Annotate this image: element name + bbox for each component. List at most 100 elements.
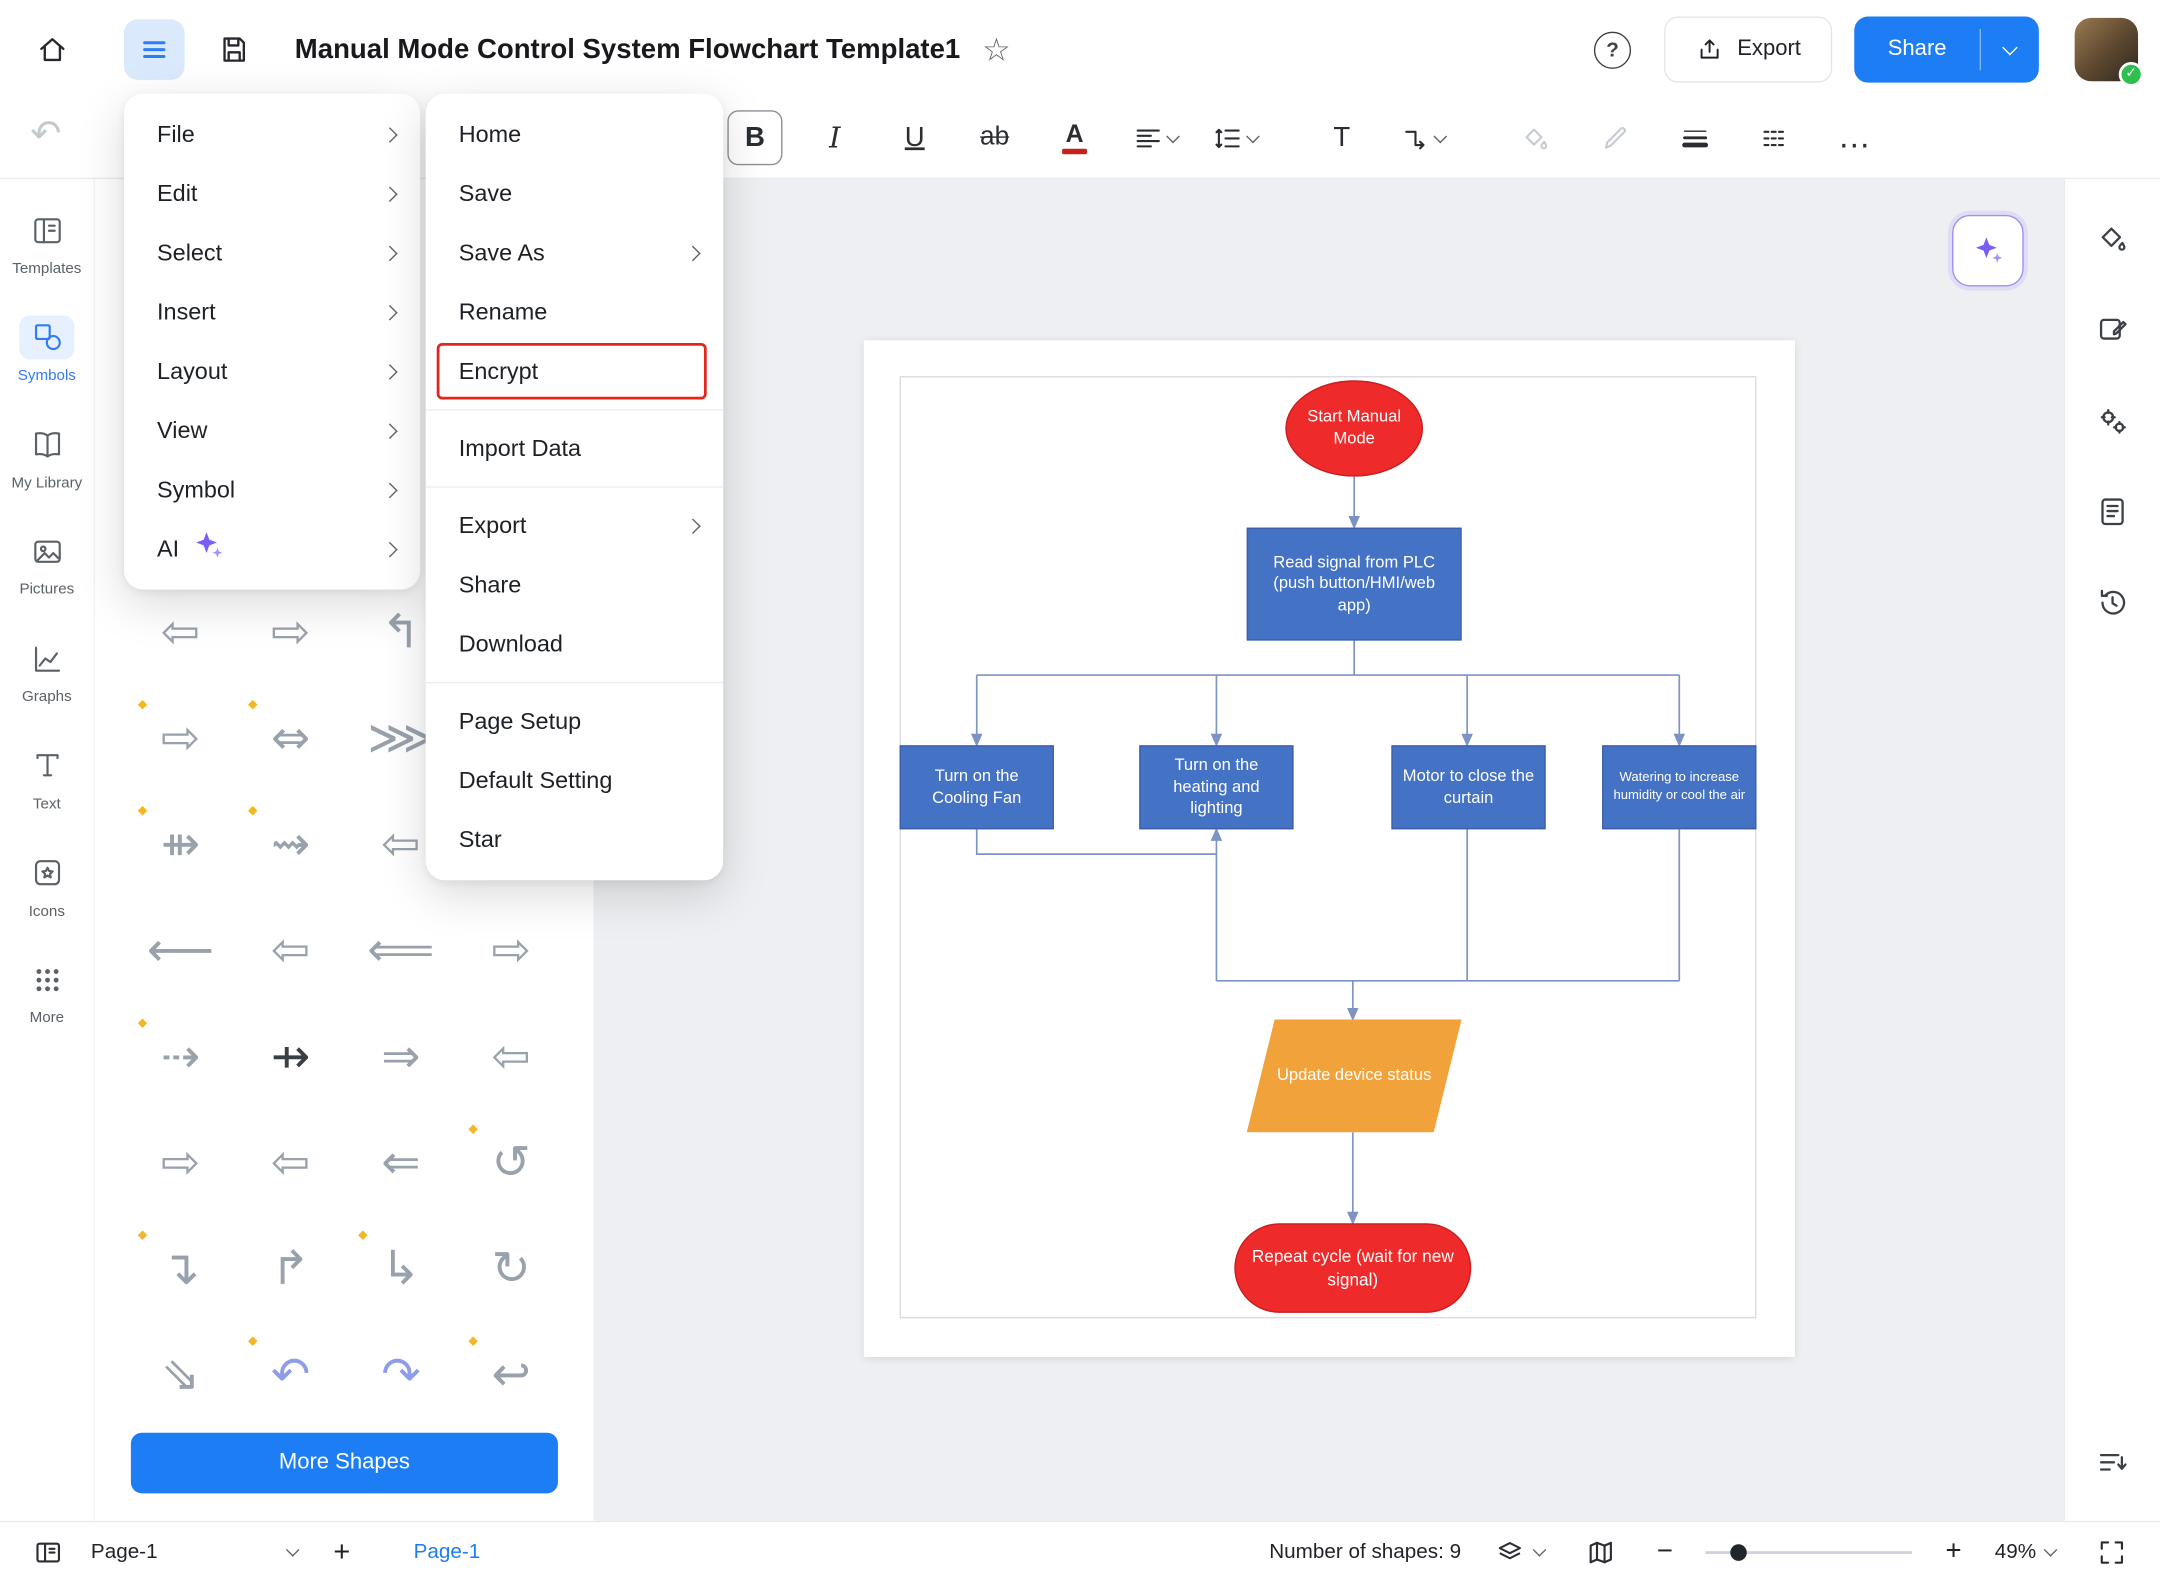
- flow-node-read-signal[interactable]: Read signal from PLC (push button/HMI/we…: [1246, 527, 1462, 641]
- symbol-shape-31[interactable]: ↷: [346, 1321, 456, 1427]
- menubar-item-file[interactable]: File: [124, 105, 420, 164]
- sidebar-item-pictures[interactable]: Pictures: [1, 520, 92, 611]
- symbol-shape-22[interactable]: ⇦: [236, 1109, 346, 1215]
- main-menu-button[interactable]: [123, 19, 185, 80]
- zoom-slider-knob[interactable]: [1730, 1543, 1748, 1561]
- strikethrough-button[interactable]: ab: [967, 110, 1022, 165]
- theme-panel-icon[interactable]: [2084, 209, 2142, 267]
- symbol-shape-23[interactable]: ⇐: [346, 1109, 456, 1215]
- file-menu-item-save-as[interactable]: Save As: [426, 223, 724, 282]
- menubar-item-view[interactable]: View: [124, 401, 420, 460]
- insert-shape-panel-icon[interactable]: [2084, 300, 2142, 358]
- canvas-page[interactable]: Start Manual Mode Read signal from PLC (p…: [863, 340, 1796, 1357]
- canvas[interactable]: Start Manual Mode Read signal from PLC (p…: [595, 179, 2064, 1521]
- flow-node-motor-curtain[interactable]: Motor to close the curtain: [1391, 745, 1546, 830]
- pen-button[interactable]: [1587, 110, 1642, 165]
- zoom-out-button[interactable]: −: [1657, 1536, 1673, 1568]
- bold-button[interactable]: B: [727, 110, 783, 166]
- symbol-shape-21[interactable]: ⇨: [125, 1109, 235, 1215]
- file-menu-item-rename[interactable]: Rename: [426, 282, 724, 341]
- symbol-shape-18[interactable]: ⇸: [236, 1003, 346, 1109]
- flow-node-heating-lighting[interactable]: Turn on the heating and lighting: [1139, 745, 1294, 830]
- file-menu-item-save[interactable]: Save: [426, 164, 724, 223]
- text-tool-button[interactable]: T: [1314, 110, 1369, 165]
- sidebar-item-more[interactable]: More: [1, 948, 92, 1039]
- symbol-shape-9[interactable]: ⇻ ◆: [125, 791, 235, 897]
- file-menu-item-import-data[interactable]: Import Data: [426, 419, 724, 478]
- flow-node-start[interactable]: Start Manual Mode: [1285, 380, 1424, 477]
- user-avatar[interactable]: ✓: [2074, 17, 2144, 87]
- undo-button[interactable]: ↶: [30, 113, 61, 156]
- share-dropdown-button[interactable]: [1981, 17, 2039, 83]
- symbol-shape-26[interactable]: ↱: [236, 1215, 346, 1321]
- navigator-map-button[interactable]: [1577, 1528, 1624, 1575]
- sidebar-item-graphs[interactable]: Graphs: [1, 627, 92, 718]
- symbol-shape-15[interactable]: ⟸: [346, 897, 456, 1003]
- symbol-shape-10[interactable]: ⇝ ◆: [236, 791, 346, 897]
- symbol-shape-32[interactable]: ↩ ◆: [456, 1321, 566, 1427]
- flow-node-repeat-cycle[interactable]: Repeat cycle (wait for new signal): [1234, 1223, 1472, 1313]
- page-tab[interactable]: Page-1: [414, 1540, 481, 1563]
- export-button[interactable]: Export: [1664, 16, 1833, 83]
- symbol-shape-1[interactable]: ⇦: [125, 579, 235, 685]
- line-style-button[interactable]: [1747, 110, 1802, 165]
- symbol-shape-27[interactable]: ↳ ◆: [346, 1215, 456, 1321]
- sidebar-item-icons[interactable]: Icons: [1, 841, 92, 932]
- more-shapes-button[interactable]: More Shapes: [130, 1432, 558, 1494]
- file-menu-item-encrypt[interactable]: Encrypt: [426, 342, 724, 401]
- symbol-shape-20[interactable]: ⇦: [456, 1003, 566, 1109]
- menubar-item-select[interactable]: Select: [124, 223, 420, 282]
- font-color-button[interactable]: A: [1047, 110, 1102, 165]
- symbol-shape-17[interactable]: ⇢ ◆: [125, 1003, 235, 1109]
- symbol-shape-2[interactable]: ⇨: [236, 579, 346, 685]
- underline-button[interactable]: U: [887, 110, 942, 165]
- notes-panel-icon[interactable]: [2084, 482, 2142, 540]
- ai-assistant-button[interactable]: [1952, 214, 2024, 287]
- sidebar-item-symbols[interactable]: Symbols: [1, 305, 92, 396]
- menubar-item-layout[interactable]: Layout: [124, 342, 420, 401]
- align-button[interactable]: [1127, 110, 1182, 165]
- more-tools-button[interactable]: …: [1827, 110, 1882, 165]
- file-menu-item-default-setting[interactable]: Default Setting: [426, 751, 724, 810]
- automation-panel-icon[interactable]: [2084, 391, 2142, 449]
- file-menu-item-export[interactable]: Export: [426, 496, 724, 555]
- fill-color-button[interactable]: [1507, 110, 1562, 165]
- symbol-shape-29[interactable]: ⇘: [125, 1321, 235, 1427]
- home-button[interactable]: [22, 19, 83, 80]
- line-spacing-button[interactable]: [1207, 110, 1262, 165]
- symbol-shape-19[interactable]: ⇒: [346, 1003, 456, 1109]
- italic-button[interactable]: I: [807, 110, 862, 165]
- save-button[interactable]: [204, 19, 265, 80]
- line-weight-button[interactable]: [1667, 110, 1722, 165]
- file-menu-item-home[interactable]: Home: [426, 105, 724, 164]
- symbol-shape-30[interactable]: ↶ ◆: [236, 1321, 346, 1427]
- favorite-star-icon[interactable]: ☆: [982, 31, 1010, 68]
- symbol-shape-24[interactable]: ↺ ◆: [456, 1109, 566, 1215]
- presentation-view-button[interactable]: [25, 1528, 72, 1575]
- zoom-slider[interactable]: [1705, 1543, 1913, 1561]
- connector-button[interactable]: [1394, 110, 1449, 165]
- file-menu-item-star[interactable]: Star: [426, 810, 724, 869]
- help-button[interactable]: ?: [1593, 30, 1632, 69]
- symbol-shape-13[interactable]: ⟵: [125, 897, 235, 1003]
- symbol-shape-16[interactable]: ⇨: [456, 897, 566, 1003]
- symbol-shape-25[interactable]: ↴ ◆: [125, 1215, 235, 1321]
- file-menu-item-page-setup[interactable]: Page Setup: [426, 692, 724, 751]
- symbol-shape-6[interactable]: ⇔ ◆: [236, 685, 346, 791]
- flow-node-update-status[interactable]: Update device status: [1246, 1019, 1462, 1133]
- symbol-shape-28[interactable]: ↻: [456, 1215, 566, 1321]
- symbol-shape-14[interactable]: ⇦: [236, 897, 346, 1003]
- sidebar-item-templates[interactable]: Templates: [1, 198, 92, 289]
- flow-node-cooling-fan[interactable]: Turn on the Cooling Fan: [899, 745, 1054, 830]
- history-panel-icon[interactable]: [2084, 573, 2142, 631]
- sidebar-item-text[interactable]: Text: [1, 734, 92, 825]
- page-selector-dropdown[interactable]: Page-1: [91, 1540, 300, 1564]
- fullscreen-button[interactable]: [2088, 1528, 2135, 1575]
- menubar-item-symbol[interactable]: Symbol: [124, 460, 420, 519]
- object-list-icon[interactable]: [2084, 1433, 2142, 1491]
- symbol-shape-5[interactable]: ⇨ ◆: [125, 685, 235, 791]
- zoom-level-dropdown[interactable]: 49%: [1995, 1540, 2058, 1564]
- zoom-in-button[interactable]: +: [1946, 1536, 1962, 1568]
- menubar-item-insert[interactable]: Insert: [124, 282, 420, 341]
- flow-node-watering[interactable]: Watering to increase humidity or cool th…: [1602, 745, 1757, 830]
